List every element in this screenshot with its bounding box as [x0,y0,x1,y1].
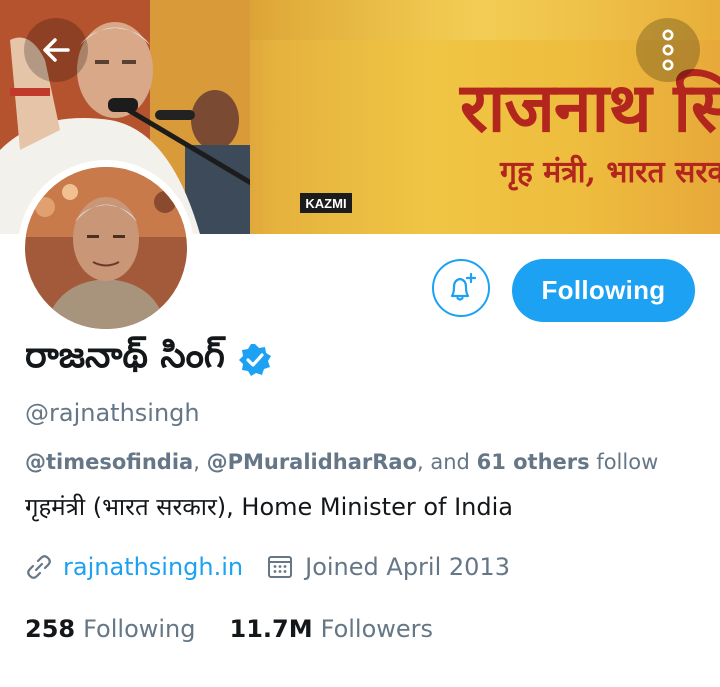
avatar[interactable] [18,160,194,336]
bell-plus-icon [450,272,477,301]
following-count: 258 [25,615,76,643]
following-stat[interactable]: 258 Following [25,615,196,643]
followed-by-user2[interactable]: @PMuralidharRao [207,450,417,474]
followed-by-sep1: , [193,450,207,474]
profile-handle: @rajnathsingh [25,399,200,427]
link-icon [27,555,51,579]
followed-by-user1[interactable]: @timesofindia [25,450,193,474]
followers-count: 11.7M [229,615,313,643]
avatar-photo [25,167,187,329]
profile-bio: गृहमंत्री (भारत सरकार), Home Minister of… [25,493,513,521]
arrow-left-icon [43,38,70,62]
name-row: రాజనాథ్ సింగ్ [25,335,273,385]
followed-by-others[interactable]: 61 others [477,450,590,474]
banner-subtitle: गृह मंत्री, भारत सरकार [500,155,720,190]
following-count-label: Following [83,615,196,643]
followers-count-label: Followers [320,615,434,643]
more-vertical-icon [662,29,674,71]
website-link[interactable]: rajnathsingh.in [63,553,243,581]
joined-date: Joined April 2013 [305,553,510,581]
banner-mic-label: KAZMI [300,193,352,213]
verified-badge-icon [238,344,271,376]
calendar-icon [268,556,293,578]
followed-by-sep2: , and [417,450,477,474]
more-options-button[interactable] [636,18,700,82]
following-button[interactable]: Following [512,259,695,322]
profile-meta-row: rajnathsingh.in Joined April 2013 [25,553,510,581]
profile-stats-row: 258 Following 11.7M Followers [25,615,433,643]
display-name: రాజనాథ్ సింగ్ [25,335,225,376]
back-button[interactable] [24,18,88,82]
followed-by-text[interactable]: @timesofindia, @PMuralidharRao, and 61 o… [25,450,658,474]
notifications-button[interactable] [432,259,490,317]
followed-by-suffix: follow [589,450,659,474]
followers-stat[interactable]: 11.7M Followers [230,615,434,643]
